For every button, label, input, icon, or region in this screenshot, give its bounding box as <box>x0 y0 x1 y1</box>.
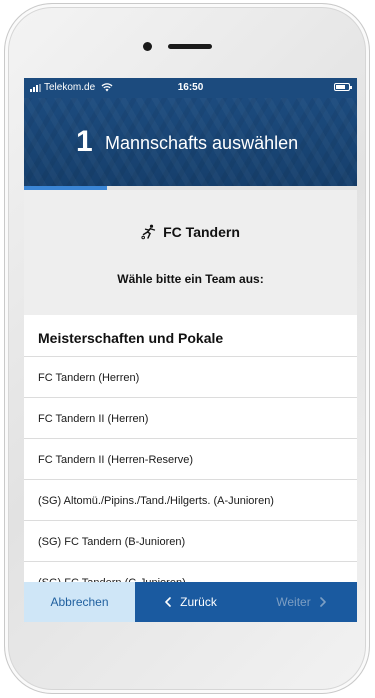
next-button-label: Weiter <box>276 595 311 609</box>
club-title: FC Tandern <box>24 224 357 240</box>
cancel-button-label: Abbrechen <box>50 595 109 609</box>
chevron-left-icon <box>165 597 171 607</box>
team-list-item[interactable]: FC Tandern II (Herren) <box>24 398 357 439</box>
app-screen: Telekom.de 16:50 1 Mannschafts auswählen <box>24 78 357 622</box>
team-list-item[interactable]: (SG) Altomü./Pipins./Tand./Hilgerts. (A-… <box>24 480 357 521</box>
next-button[interactable]: Weiter <box>246 582 357 622</box>
step-title: Mannschafts auswählen <box>105 133 299 153</box>
battery-icon <box>334 83 352 91</box>
club-panel: FC Tandern Wähle bitte ein Team aus: <box>24 190 357 315</box>
status-bar: Telekom.de 16:50 <box>24 78 357 98</box>
team-list-item[interactable]: (SG) FC Tandern (B-Junioren) <box>24 521 357 562</box>
soccer-player-icon <box>141 224 156 240</box>
back-button[interactable]: Zurück <box>135 582 246 622</box>
chevron-right-icon <box>319 597 326 607</box>
club-name: FC Tandern <box>163 224 240 240</box>
team-prompt: Wähle bitte ein Team aus: <box>117 272 264 286</box>
earpiece-speaker <box>168 44 212 49</box>
team-list-item[interactable]: FC Tandern II (Herren-Reserve) <box>24 439 357 480</box>
cancel-button[interactable]: Abbrechen <box>24 582 135 622</box>
back-button-label: Zurück <box>180 595 217 609</box>
wizard-header: 1 Mannschafts auswählen <box>24 98 357 186</box>
wizard-navigation-bar: Abbrechen Zurück Weiter <box>24 582 357 622</box>
phone-bezel-bottom <box>29 626 362 690</box>
status-time: 16:50 <box>177 82 204 93</box>
front-camera <box>143 42 152 51</box>
step-number: 1 <box>76 125 93 158</box>
list-section-heading: Meisterschaften und Pokale <box>24 315 357 357</box>
team-list: Meisterschaften und Pokale FC Tandern (H… <box>24 315 357 603</box>
team-list-item[interactable]: FC Tandern (Herren) <box>24 357 357 398</box>
